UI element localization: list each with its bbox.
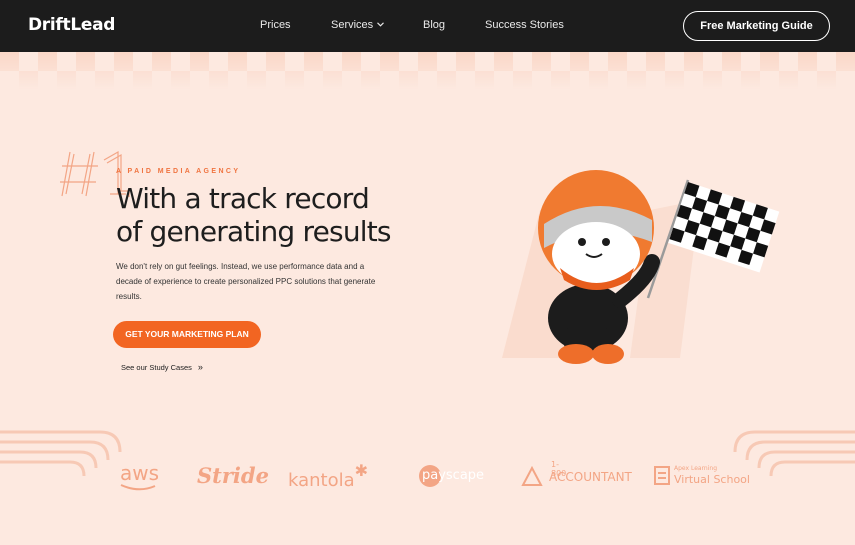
client-logo-payscape: payscape (418, 465, 484, 487)
brand-logo[interactable]: DriftLead (28, 15, 115, 35)
hero-description: We don't rely on gut feelings. Instead, … (116, 262, 376, 301)
nav-link-success-stories[interactable]: Success Stories (485, 19, 564, 31)
racer-mascot-illustration (502, 170, 780, 364)
checker-pattern-decoration (0, 52, 855, 90)
double-chevron-right-icon: » (197, 362, 203, 372)
nav-link-services-label: Services (331, 19, 374, 31)
chevron-down-icon (377, 22, 385, 27)
get-marketing-plan-button[interactable]: GET YOUR MARKETING PLAN (113, 321, 261, 348)
study-cases-link[interactable]: See our Study Cases » (121, 362, 203, 372)
apex-building-icon (654, 466, 670, 485)
nav-link-services[interactable]: Services (331, 19, 385, 31)
accountant-a-icon (521, 466, 543, 486)
study-cases-label: See our Study Cases (121, 363, 192, 372)
client-logo-aws: aws (120, 461, 160, 491)
nav-link-prices[interactable]: Prices (260, 19, 291, 31)
hero-headline-line-1: With a track record (116, 182, 370, 215)
payscape-wordmark: payscape (422, 468, 485, 483)
accountant-main-label: ACCOUNTANT (549, 470, 632, 484)
client-logo-stride: Stride (197, 463, 269, 488)
kantola-wordmark: kantola (288, 470, 355, 491)
aws-smile-icon (120, 484, 156, 491)
hero-eyebrow: A PAID MEDIA AGENCY (116, 168, 241, 175)
client-logo-kantola: kantola✱ (288, 461, 368, 491)
asterisk-icon: ✱ (354, 461, 369, 480)
top-nav: DriftLead Prices Services Blog Success S… (0, 0, 855, 52)
apex-main-label: Virtual School (674, 473, 750, 486)
nav-link-blog[interactable]: Blog (423, 19, 445, 31)
aws-wordmark: aws (120, 461, 160, 485)
hero-headline-line-2: of generating results (116, 215, 392, 248)
free-marketing-guide-button[interactable]: Free Marketing Guide (683, 11, 830, 41)
apex-top-label: Apex Learning (674, 465, 718, 472)
hero-headline: With a track record of generating result… (116, 182, 456, 248)
